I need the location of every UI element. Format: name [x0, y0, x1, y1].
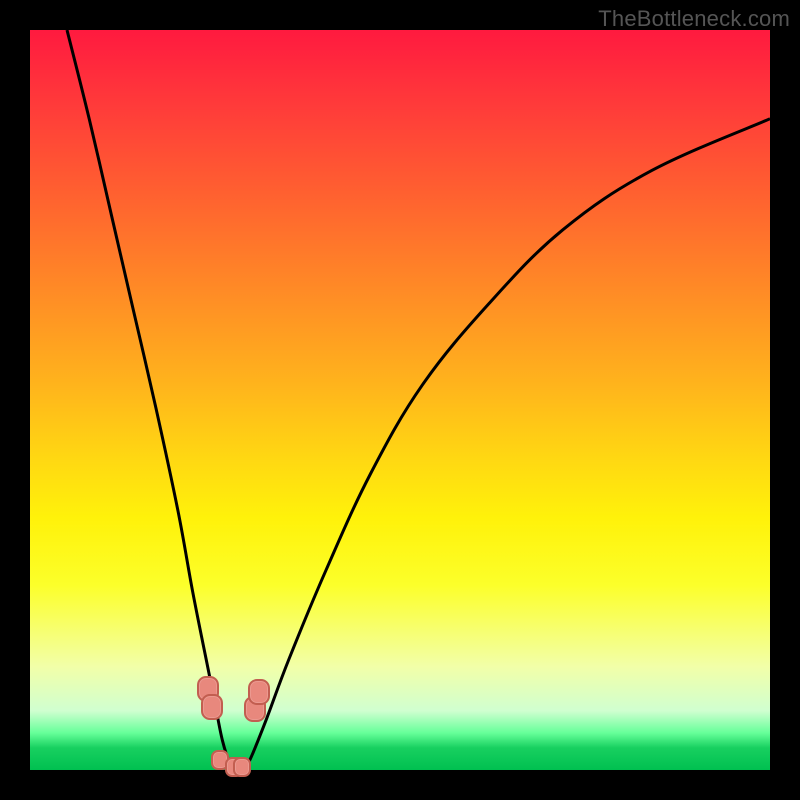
curve-layer — [30, 30, 770, 770]
curve-left-branch — [67, 30, 237, 770]
plot-area — [30, 30, 770, 770]
data-marker — [248, 679, 270, 705]
attribution-text: TheBottleneck.com — [598, 6, 790, 32]
data-marker — [201, 694, 223, 720]
curve-right-branch — [245, 119, 770, 770]
data-marker — [233, 757, 251, 777]
chart-frame: TheBottleneck.com — [0, 0, 800, 800]
